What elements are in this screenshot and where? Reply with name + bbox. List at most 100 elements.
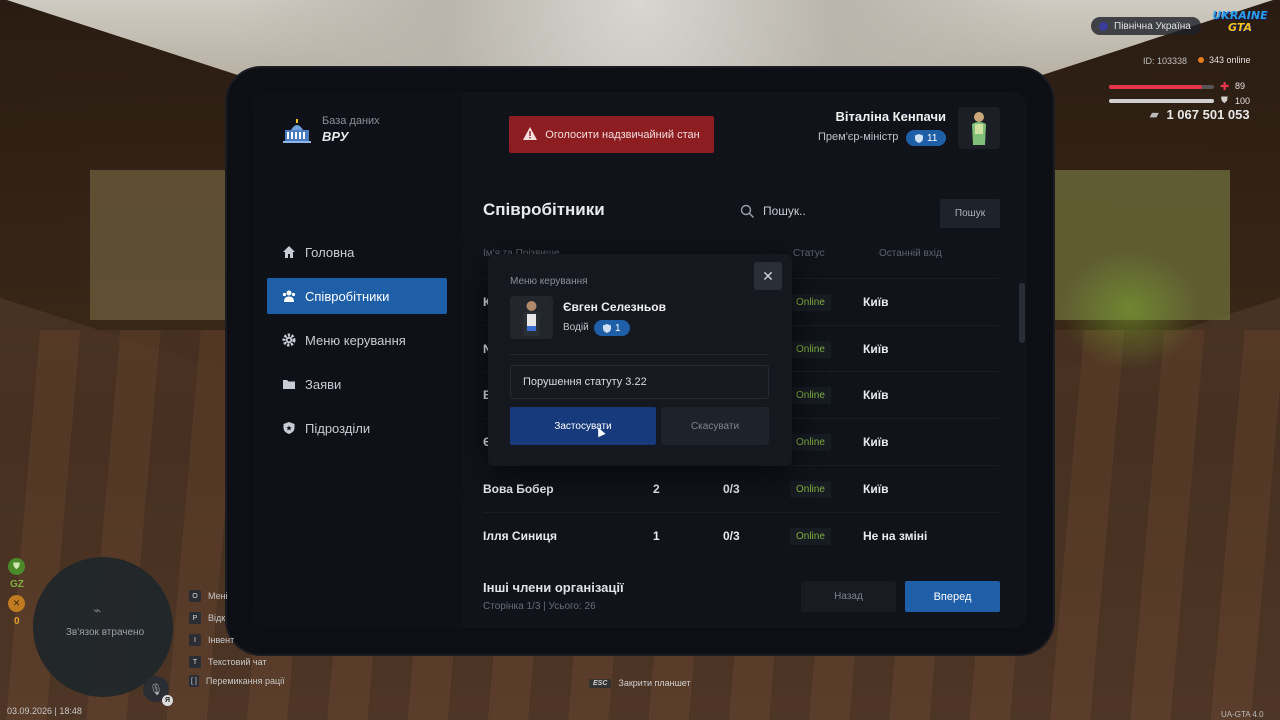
declare-emergency-label: Оголосити надзвичайний стан bbox=[545, 128, 700, 141]
sidebar-item-label: Заяви bbox=[305, 376, 342, 392]
shield-icon bbox=[282, 421, 296, 435]
search-icon bbox=[740, 204, 754, 218]
status-badge: Online bbox=[790, 340, 831, 358]
pagination-info: Сторінка 1/3 | Усього: 26 bbox=[483, 601, 596, 612]
minimap-status: Зв'язок втрачено bbox=[65, 627, 145, 638]
money-value: 1 067 501 053 bbox=[1166, 107, 1250, 122]
online-count: 343 online bbox=[1198, 55, 1251, 65]
table-row[interactable]: Ілля Синиця 1 0/3 Online Не на зміні bbox=[483, 512, 999, 559]
money-icon: ▰ bbox=[1150, 109, 1159, 121]
hotkey-label: Відк bbox=[208, 613, 226, 623]
online-dot-icon bbox=[1198, 57, 1204, 63]
rank-shield-icon bbox=[915, 133, 923, 143]
folder-icon bbox=[282, 377, 296, 391]
employee-avatar-figure bbox=[523, 301, 540, 336]
employee-rank: 2 bbox=[653, 482, 660, 496]
sidebar-item-label: Меню керування bbox=[305, 332, 406, 348]
employee-name: Вова Бобер bbox=[483, 482, 554, 496]
employee-name: Ілля Синиця bbox=[483, 529, 557, 543]
user-avatar[interactable] bbox=[958, 107, 1000, 149]
shield-status-icon: ⛊ bbox=[8, 558, 25, 575]
logo-text-bottom: GTA bbox=[1228, 21, 1252, 34]
employee-rank: 1 bbox=[653, 529, 660, 543]
declare-emergency-button[interactable]: Оголосити надзвичайний стан bbox=[509, 116, 714, 153]
close-button[interactable]: ✕ bbox=[754, 262, 782, 290]
divider bbox=[510, 354, 768, 355]
home-icon bbox=[282, 245, 296, 259]
back-button[interactable]: Назад bbox=[801, 581, 896, 612]
hotkey-item: T Текстовий чат bbox=[189, 656, 267, 668]
last-login: Київ bbox=[863, 388, 889, 402]
region-dot-icon bbox=[1099, 21, 1108, 31]
sidebar bbox=[253, 92, 461, 628]
sidebar-item-label: Співробітники bbox=[305, 288, 390, 304]
armor-icon: ⛊ bbox=[1221, 95, 1228, 105]
close-tablet-label: Закрити планшет bbox=[618, 678, 691, 688]
user-rank-badge: 11 bbox=[906, 130, 947, 146]
status-badge: Online bbox=[790, 433, 831, 451]
reason-field[interactable]: Порушення статуту 3.22 bbox=[510, 365, 769, 399]
column-header-status: Статус bbox=[793, 248, 825, 259]
user-rank: 11 bbox=[927, 132, 938, 144]
last-login: Не на зміні bbox=[863, 529, 928, 543]
reason-value: Порушення статуту 3.22 bbox=[523, 376, 647, 388]
no-signal-icon: ⌁ bbox=[93, 602, 102, 618]
cancel-button[interactable]: Скасувати bbox=[661, 407, 769, 445]
mic-key-badge: Я bbox=[162, 695, 173, 706]
sidebar-item-home[interactable]: Головна bbox=[267, 234, 447, 270]
search-box bbox=[740, 200, 930, 222]
hotkey-key: [ ] bbox=[189, 675, 199, 687]
parliament-logo-icon bbox=[283, 119, 311, 143]
sidebar-item-label: Підрозділи bbox=[305, 420, 371, 436]
employee-warns: 0/3 bbox=[723, 482, 740, 496]
last-login: Київ bbox=[863, 435, 889, 449]
hotkey-item: I Інвент bbox=[189, 634, 234, 646]
status-badge: Online bbox=[790, 386, 831, 404]
sidebar-item-label: Головна bbox=[305, 244, 355, 260]
status-badge: Online bbox=[790, 480, 831, 498]
gear-icon bbox=[282, 333, 296, 347]
table-row[interactable]: Вова Бобер 2 0/3 Online Київ bbox=[483, 465, 999, 512]
status-badge: Online bbox=[790, 293, 831, 311]
next-button[interactable]: Вперед bbox=[905, 581, 1000, 612]
armor-value: 100 bbox=[1235, 96, 1251, 106]
money-display: ▰ 1 067 501 053 bbox=[1150, 107, 1250, 122]
employee-avatar bbox=[510, 296, 553, 339]
sidebar-item-applications[interactable]: Заяви bbox=[267, 366, 447, 402]
health-bar bbox=[1109, 85, 1214, 89]
last-login: Київ bbox=[863, 342, 889, 356]
apply-button[interactable]: Застосувати bbox=[510, 407, 656, 445]
health-icon: ✚ bbox=[1220, 81, 1230, 93]
last-login: Київ bbox=[863, 295, 889, 309]
employee-rank: 1 bbox=[615, 322, 621, 334]
brand-title: ВРУ bbox=[322, 129, 349, 144]
armor-bar bbox=[1109, 99, 1214, 103]
table-scrollbar[interactable] bbox=[1019, 283, 1025, 343]
user-name: Віталіна Кенпачи bbox=[835, 109, 946, 124]
region-pill: Північна Україна bbox=[1091, 17, 1201, 35]
last-login: Київ bbox=[863, 482, 889, 496]
version-label: UA-GTA 4.0 bbox=[1221, 710, 1264, 719]
sidebar-item-divisions[interactable]: Підрозділи bbox=[267, 410, 447, 446]
hotkey-item: O Мені bbox=[189, 590, 228, 602]
search-input[interactable] bbox=[761, 203, 925, 219]
hotkey-label: Інвент bbox=[208, 635, 235, 645]
hotkey-label: Перемикання рації bbox=[205, 676, 285, 686]
search-button[interactable]: Пошук bbox=[940, 199, 1000, 228]
background-green-light bbox=[1060, 250, 1200, 370]
employee-role: Водій bbox=[563, 322, 589, 333]
user-avatar-figure bbox=[972, 112, 986, 145]
esc-key: ESC bbox=[589, 678, 612, 688]
sidebar-item-control-menu[interactable]: Меню керування bbox=[267, 322, 447, 358]
armor-fill bbox=[1109, 99, 1214, 103]
sidebar-item-employees[interactable]: Співробітники bbox=[267, 278, 447, 314]
modal-label: Меню керування bbox=[510, 276, 588, 287]
close-icon: ✕ bbox=[762, 267, 774, 284]
brand-subtitle: База даних bbox=[322, 115, 380, 127]
hotkey-item: P Відк bbox=[189, 612, 225, 624]
hotkey-key: O bbox=[189, 590, 201, 602]
column-header-last-login: Останній вхід bbox=[879, 248, 942, 259]
crossed-tools-icon: ✕ bbox=[8, 595, 25, 612]
page-title: Співробітники bbox=[483, 200, 605, 219]
other-members-title: Інші члени організації bbox=[483, 580, 624, 595]
